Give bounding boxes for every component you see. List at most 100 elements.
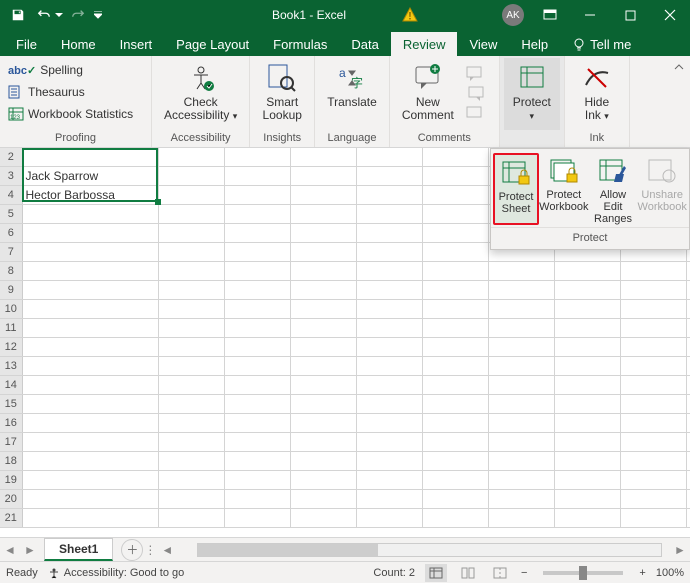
cell[interactable]: [356, 395, 422, 414]
cell[interactable]: [290, 357, 356, 376]
cell[interactable]: [356, 167, 422, 186]
cell[interactable]: Jack Sparrow: [22, 167, 158, 186]
cell[interactable]: [422, 167, 488, 186]
cell[interactable]: [290, 338, 356, 357]
sheet-nav-prev[interactable]: ◄: [0, 540, 20, 560]
new-comment-button[interactable]: New Comment: [394, 58, 462, 130]
cell[interactable]: [620, 338, 686, 357]
cell[interactable]: [22, 395, 158, 414]
cell[interactable]: [620, 376, 686, 395]
cell[interactable]: [224, 300, 290, 319]
cell[interactable]: [356, 148, 422, 167]
cell[interactable]: [686, 376, 690, 395]
cell[interactable]: [290, 452, 356, 471]
cell[interactable]: [422, 281, 488, 300]
cell[interactable]: [356, 414, 422, 433]
thesaurus-button[interactable]: Thesaurus: [8, 82, 143, 102]
cell[interactable]: [422, 376, 488, 395]
cell[interactable]: [620, 414, 686, 433]
cell[interactable]: [158, 490, 224, 509]
maximize-button[interactable]: [610, 0, 650, 30]
cell[interactable]: [290, 490, 356, 509]
cell[interactable]: [158, 319, 224, 338]
tab-formulas[interactable]: Formulas: [261, 32, 339, 56]
cell[interactable]: [422, 433, 488, 452]
cell[interactable]: [488, 395, 554, 414]
hscroll-right[interactable]: ►: [670, 540, 690, 560]
cell[interactable]: [290, 167, 356, 186]
cell[interactable]: [224, 319, 290, 338]
row-header[interactable]: 14: [0, 376, 22, 395]
hide-ink-button[interactable]: Hide Ink ▾: [569, 58, 625, 130]
cell[interactable]: [488, 490, 554, 509]
cell[interactable]: [22, 243, 158, 262]
cell[interactable]: [22, 300, 158, 319]
cell[interactable]: [686, 490, 690, 509]
cell[interactable]: [422, 205, 488, 224]
cell[interactable]: [224, 452, 290, 471]
close-button[interactable]: [650, 0, 690, 30]
row-header[interactable]: 10: [0, 300, 22, 319]
sheet-nav-next[interactable]: ►: [20, 540, 40, 560]
cell[interactable]: [620, 452, 686, 471]
cell[interactable]: [22, 319, 158, 338]
cell[interactable]: [22, 338, 158, 357]
row-header[interactable]: 3: [0, 167, 22, 186]
tell-me[interactable]: Tell me: [560, 32, 643, 56]
cell[interactable]: [686, 471, 690, 490]
row-header[interactable]: 19: [0, 471, 22, 490]
tab-review[interactable]: Review: [391, 32, 458, 56]
protect-workbook-button[interactable]: Protect Workbook: [539, 153, 589, 225]
tab-file[interactable]: File: [4, 32, 49, 56]
row-header[interactable]: 11: [0, 319, 22, 338]
cell[interactable]: [686, 509, 690, 528]
tab-view[interactable]: View: [457, 32, 509, 56]
cell[interactable]: [158, 262, 224, 281]
row-header[interactable]: 21: [0, 509, 22, 528]
cell[interactable]: [158, 395, 224, 414]
cell[interactable]: [686, 414, 690, 433]
cell[interactable]: [554, 395, 620, 414]
cell[interactable]: [22, 148, 158, 167]
cell[interactable]: [158, 433, 224, 452]
zoom-out-button[interactable]: −: [521, 567, 527, 579]
cell[interactable]: [422, 414, 488, 433]
cell[interactable]: [22, 433, 158, 452]
cell[interactable]: [488, 414, 554, 433]
row-header[interactable]: 20: [0, 490, 22, 509]
minimize-button[interactable]: [570, 0, 610, 30]
cell[interactable]: [158, 452, 224, 471]
zoom-in-button[interactable]: +: [639, 567, 645, 579]
cell[interactable]: [158, 243, 224, 262]
cell[interactable]: [356, 205, 422, 224]
cell[interactable]: [686, 319, 690, 338]
cell[interactable]: [620, 490, 686, 509]
cell[interactable]: [158, 471, 224, 490]
cell[interactable]: [620, 433, 686, 452]
cell[interactable]: [158, 281, 224, 300]
cell[interactable]: [686, 300, 690, 319]
spelling-button[interactable]: abc✓ Spelling: [8, 60, 143, 80]
cell[interactable]: [554, 414, 620, 433]
cell[interactable]: [422, 471, 488, 490]
user-avatar[interactable]: AK: [502, 4, 524, 26]
cell[interactable]: [488, 509, 554, 528]
cell[interactable]: [22, 414, 158, 433]
cell[interactable]: [158, 300, 224, 319]
cell[interactable]: [158, 186, 224, 205]
cell[interactable]: [22, 262, 158, 281]
allow-edit-ranges-button[interactable]: Allow Edit Ranges: [589, 153, 638, 225]
cell[interactable]: [224, 148, 290, 167]
undo-button[interactable]: [32, 3, 56, 27]
zoom-slider-thumb[interactable]: [579, 566, 587, 580]
row-header[interactable]: 9: [0, 281, 22, 300]
cell[interactable]: [488, 338, 554, 357]
cell[interactable]: [356, 224, 422, 243]
cell[interactable]: [554, 376, 620, 395]
protect-dropdown-button[interactable]: Protect▾: [504, 58, 560, 130]
cell[interactable]: [554, 281, 620, 300]
cell[interactable]: [620, 319, 686, 338]
cell[interactable]: [620, 357, 686, 376]
cell[interactable]: [22, 205, 158, 224]
cell[interactable]: [224, 471, 290, 490]
